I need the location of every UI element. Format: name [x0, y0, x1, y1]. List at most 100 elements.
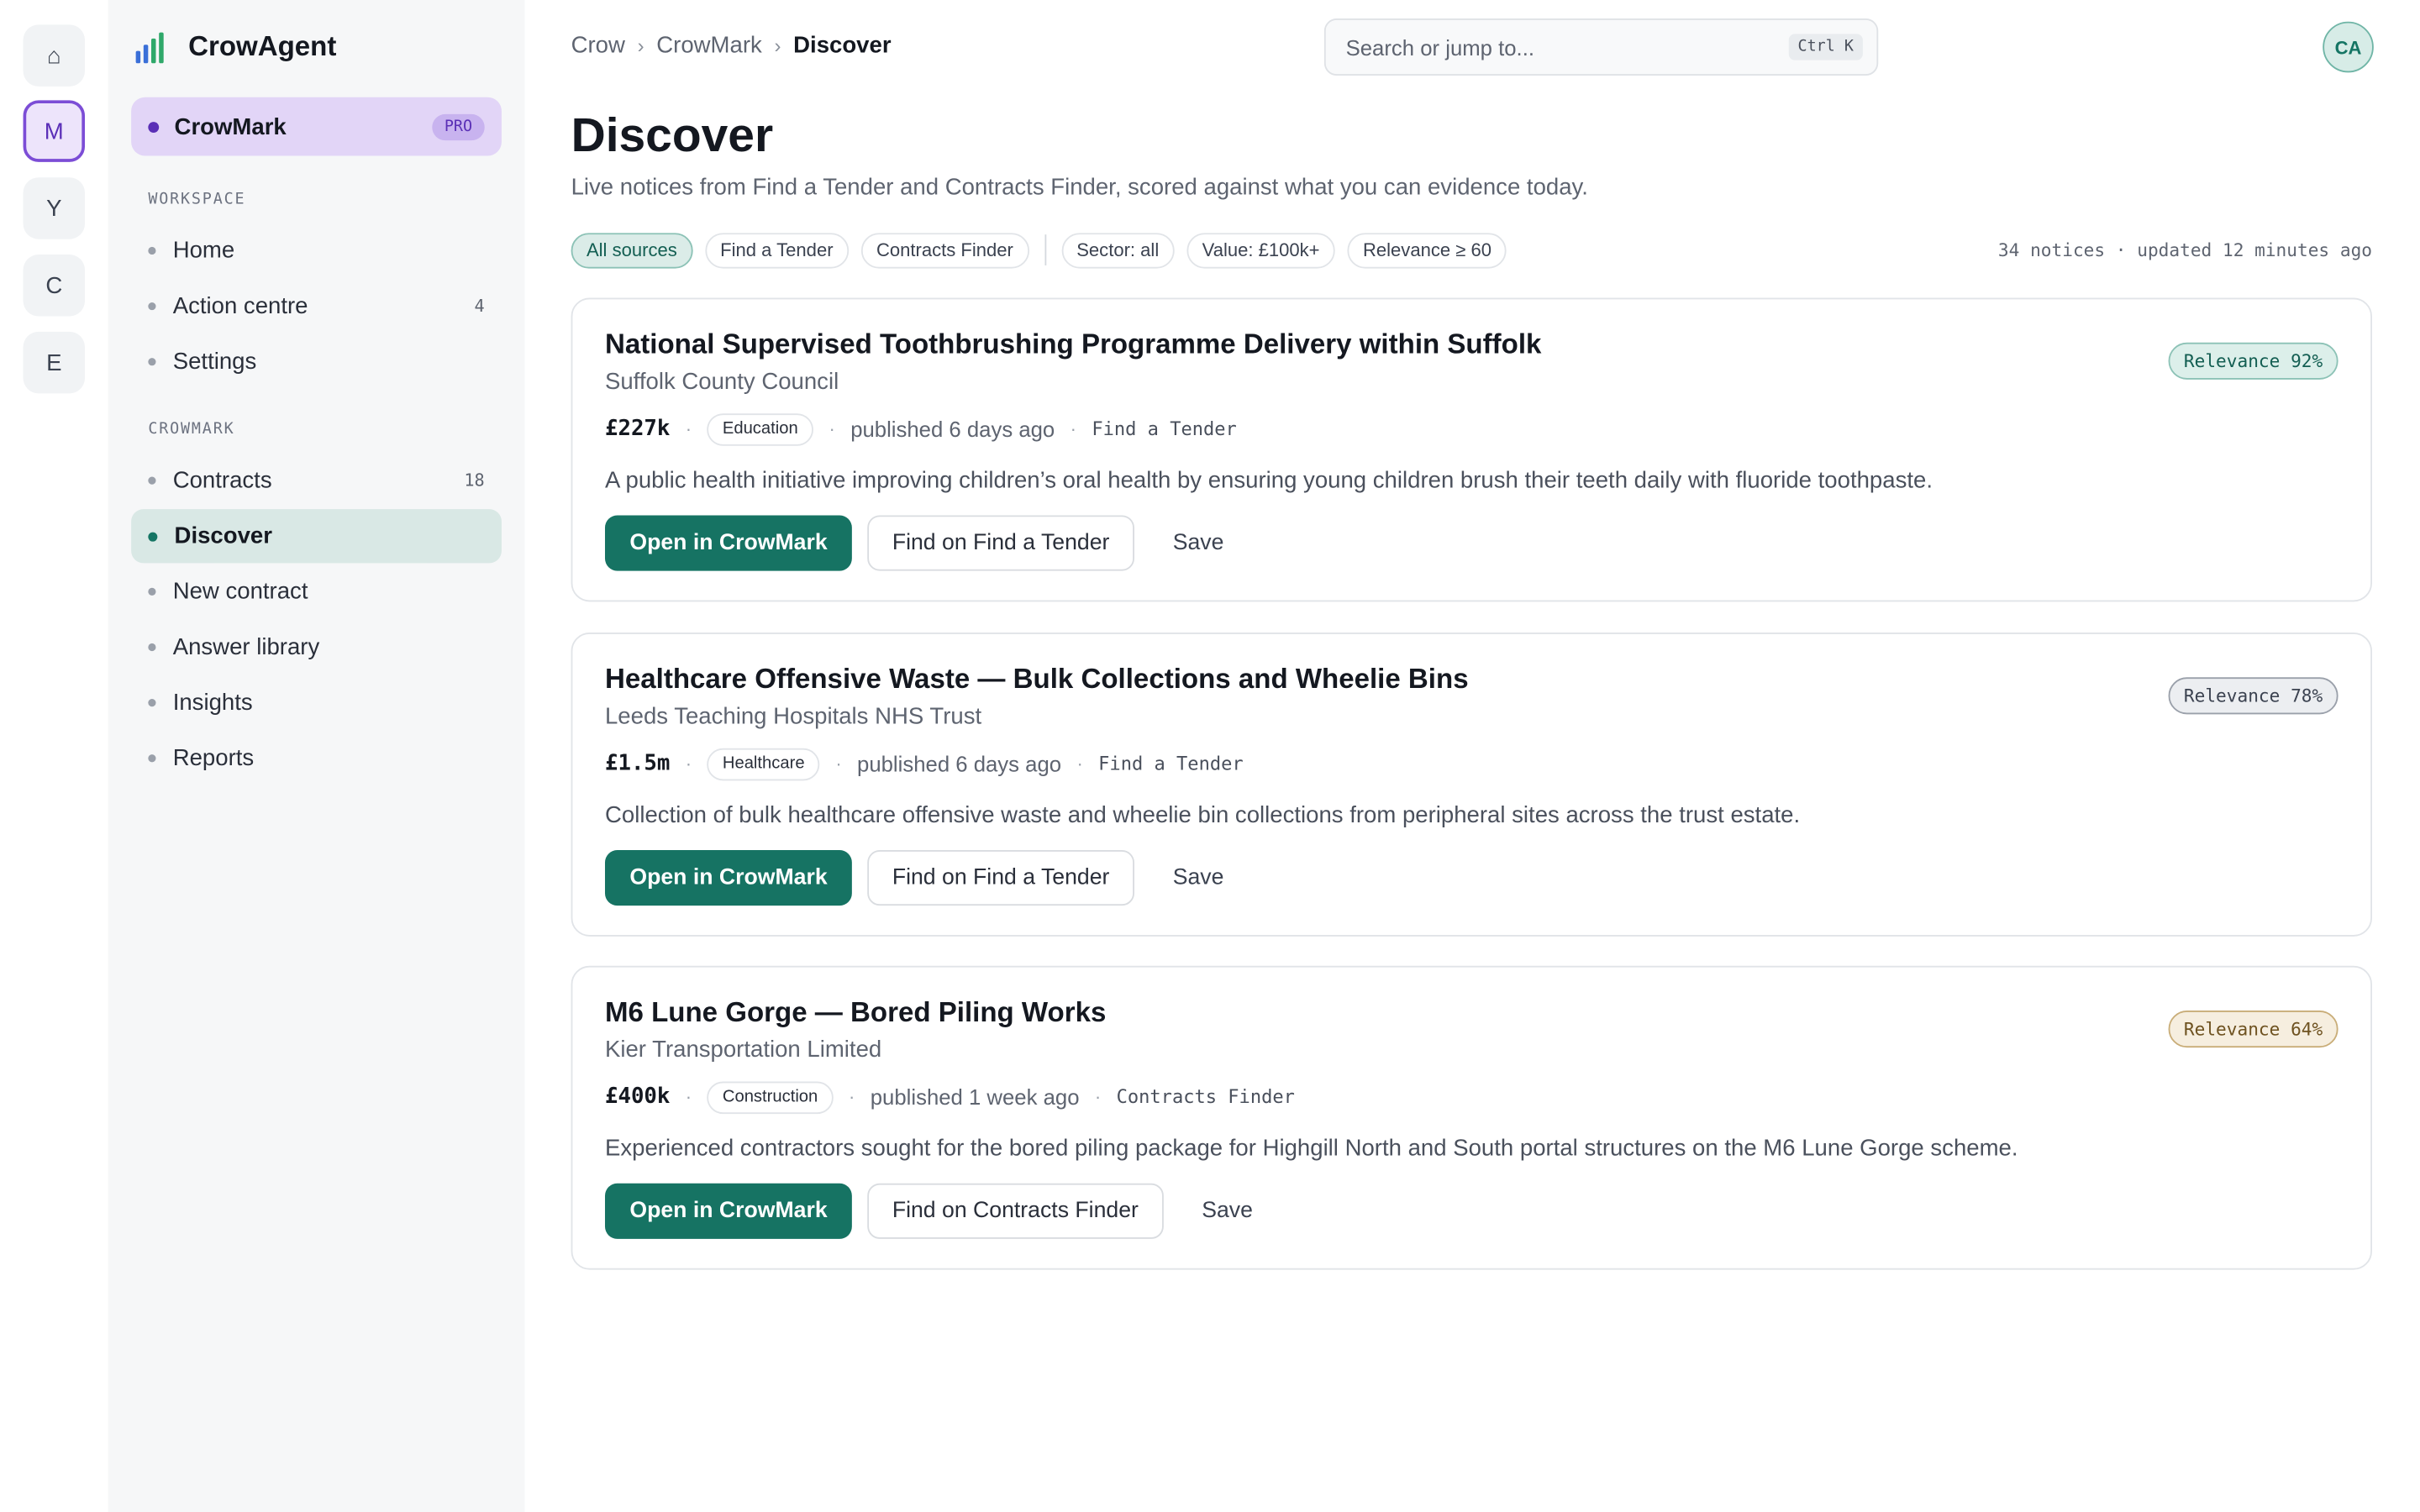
- sector-tag: Healthcare: [707, 747, 820, 780]
- page-subtitle: Live notices from Find a Tender and Cont…: [571, 174, 1588, 201]
- sidebar-item-reports[interactable]: Reports: [131, 732, 502, 785]
- notice-description: A public health initiative improving chi…: [604, 467, 1933, 494]
- dot-separator: ·: [1070, 417, 1076, 440]
- rail-app-c-label: C: [45, 272, 63, 299]
- rail-home-button[interactable]: ⌂: [23, 24, 86, 87]
- dot-separator: ·: [685, 417, 692, 440]
- sidebar-item-new-contract[interactable]: New contract: [131, 564, 502, 618]
- sidebar-item-label: Contracts: [172, 467, 272, 494]
- relevance-badge: Relevance 78%: [2168, 677, 2338, 715]
- bullet-icon: [148, 246, 156, 255]
- dot-separator: ·: [849, 1086, 855, 1108]
- dot-separator: ·: [1094, 1086, 1102, 1108]
- open-in-crowmark-button[interactable]: Open in CrowMark: [604, 850, 853, 906]
- search-placeholder: Search or jump to...: [1345, 34, 1534, 60]
- dot-separator: ·: [829, 417, 835, 440]
- product-dot-icon: [148, 121, 160, 133]
- sidebar-item-home[interactable]: Home: [131, 223, 502, 277]
- dot-separator: ·: [1076, 753, 1083, 775]
- sidebar-item-answer-library[interactable]: Answer library: [131, 620, 502, 674]
- open-in-crowmark-button[interactable]: Open in CrowMark: [604, 515, 853, 571]
- filter-find-a-tender[interactable]: Find a Tender: [704, 232, 849, 268]
- notice-actions: Open in CrowMark Find on Find a Tender S…: [604, 515, 1247, 571]
- product-switcher[interactable]: CrowMark PRO: [131, 97, 502, 156]
- sector-tag: Education: [707, 412, 814, 445]
- notice-meta: £227k · Education · published 6 days ago…: [605, 412, 1237, 445]
- breadcrumb: Crow › CrowMark › Discover: [571, 33, 892, 59]
- view-source-button[interactable]: Find on Contracts Finder: [867, 1183, 1164, 1239]
- view-source-button[interactable]: Find on Find a Tender: [867, 850, 1134, 906]
- save-button[interactable]: Save: [1179, 1184, 1276, 1239]
- notice-actions: Open in CrowMark Find on Contracts Finde…: [604, 1183, 1276, 1239]
- brand[interactable]: CrowAgent: [135, 30, 337, 64]
- search-shortcut: Ctrl K: [1788, 34, 1863, 60]
- bullet-icon: [148, 531, 158, 541]
- sidebar-item-settings[interactable]: Settings: [131, 335, 502, 389]
- sidebar-item-action-centre[interactable]: Action centre 4: [131, 279, 502, 333]
- filter-all-sources[interactable]: All sources: [571, 232, 693, 268]
- notice-card: M6 Lune Gorge — Bored Piling Works Kier …: [571, 965, 2373, 1270]
- home-icon: ⌂: [46, 42, 61, 69]
- sidebar-item-insights[interactable]: Insights: [131, 675, 502, 729]
- notice-buyer: Kier Transportation Limited: [604, 1037, 882, 1063]
- notice-meta: £1.5m · Healthcare · published 6 days ag…: [605, 747, 1244, 780]
- rail-app-y-button[interactable]: Y: [23, 177, 86, 239]
- sidebar-item-count: 4: [474, 296, 485, 317]
- notice-source: Contracts Finder: [1116, 1086, 1295, 1108]
- notice-published: published 6 days ago: [857, 751, 1062, 776]
- save-button[interactable]: Save: [1150, 850, 1247, 906]
- filter-divider: [1044, 234, 1046, 265]
- facet-relevance[interactable]: Relevance ≥ 60: [1347, 232, 1507, 268]
- notice-buyer: Leeds Teaching Hospitals NHS Trust: [604, 703, 982, 730]
- filter-bar: All sources Find a Tender Contracts Find…: [571, 232, 1507, 269]
- sidebar-item-label: Settings: [172, 349, 257, 375]
- sidebar-item-count: 18: [464, 470, 485, 491]
- notice-source: Find a Tender: [1092, 417, 1237, 440]
- view-source-button[interactable]: Find on Find a Tender: [867, 515, 1134, 571]
- notice-meta: £400k · Construction · published 1 week …: [605, 1080, 1295, 1114]
- sidebar-item-label: Reports: [172, 745, 255, 772]
- sidebar-item-label: New contract: [172, 578, 308, 605]
- sidebar-item-discover[interactable]: Discover: [131, 509, 502, 564]
- crowmark-section-label: CROWMARK: [148, 421, 235, 438]
- breadcrumb-crowmark[interactable]: CrowMark: [656, 33, 762, 59]
- facet-sector[interactable]: Sector: all: [1060, 232, 1175, 268]
- sidebar-item-label: Discover: [174, 522, 272, 549]
- notice-title[interactable]: M6 Lune Gorge — Bored Piling Works: [605, 997, 1106, 1030]
- notice-buyer: Suffolk County Council: [604, 368, 839, 396]
- rail-app-e-button[interactable]: E: [23, 331, 86, 394]
- open-in-crowmark-button[interactable]: Open in CrowMark: [604, 1183, 853, 1239]
- sidebar-item-label: Insights: [172, 690, 253, 717]
- brand-name: CrowAgent: [188, 30, 337, 62]
- rail-app-c-button[interactable]: C: [23, 255, 86, 317]
- save-button[interactable]: Save: [1150, 515, 1247, 570]
- notice-description: Experienced contractors sought for the b…: [604, 1135, 2018, 1163]
- app-root: ⌂ M Y C E CrowAgent CrowMark PRO WORKSPA…: [0, 0, 2420, 1512]
- notice-title[interactable]: Healthcare Offensive Waste — Bulk Collec…: [605, 664, 1469, 696]
- relevance-badge: Relevance 92%: [2168, 342, 2338, 380]
- notice-card: National Supervised Toothbrushing Progra…: [571, 297, 2373, 602]
- notice-value: £1.5m: [604, 751, 671, 776]
- bullet-icon: [148, 476, 156, 485]
- workspace-section-label: WORKSPACE: [148, 191, 246, 208]
- sidebar: CrowAgent CrowMark PRO WORKSPACE Home Ac…: [108, 0, 525, 1512]
- notice-value: £227k: [604, 416, 671, 442]
- filter-contracts-finder[interactable]: Contracts Finder: [860, 232, 1029, 268]
- dot-separator: ·: [685, 753, 692, 775]
- chevron-right-icon: ›: [637, 34, 644, 57]
- sector-tag: Construction: [707, 1080, 834, 1114]
- rail-app-m-button[interactable]: M: [23, 100, 86, 162]
- notice-published: published 6 days ago: [850, 416, 1055, 442]
- sidebar-item-contracts[interactable]: Contracts 18: [131, 454, 502, 507]
- facet-value[interactable]: Value: £100k+: [1186, 232, 1335, 268]
- bullet-icon: [148, 587, 156, 596]
- dot-separator: ·: [835, 753, 842, 775]
- notice-title[interactable]: National Supervised Toothbrushing Progra…: [605, 328, 1541, 361]
- search-input[interactable]: Search or jump to... Ctrl K: [1323, 18, 1879, 76]
- breadcrumb-crow[interactable]: Crow: [571, 33, 625, 59]
- sidebar-item-label: Answer library: [172, 633, 320, 661]
- avatar[interactable]: CA: [2323, 21, 2374, 73]
- sidebar-item-label: Home: [172, 237, 235, 265]
- signal-bars-icon: [135, 31, 170, 63]
- notice-actions: Open in CrowMark Find on Find a Tender S…: [604, 850, 1247, 906]
